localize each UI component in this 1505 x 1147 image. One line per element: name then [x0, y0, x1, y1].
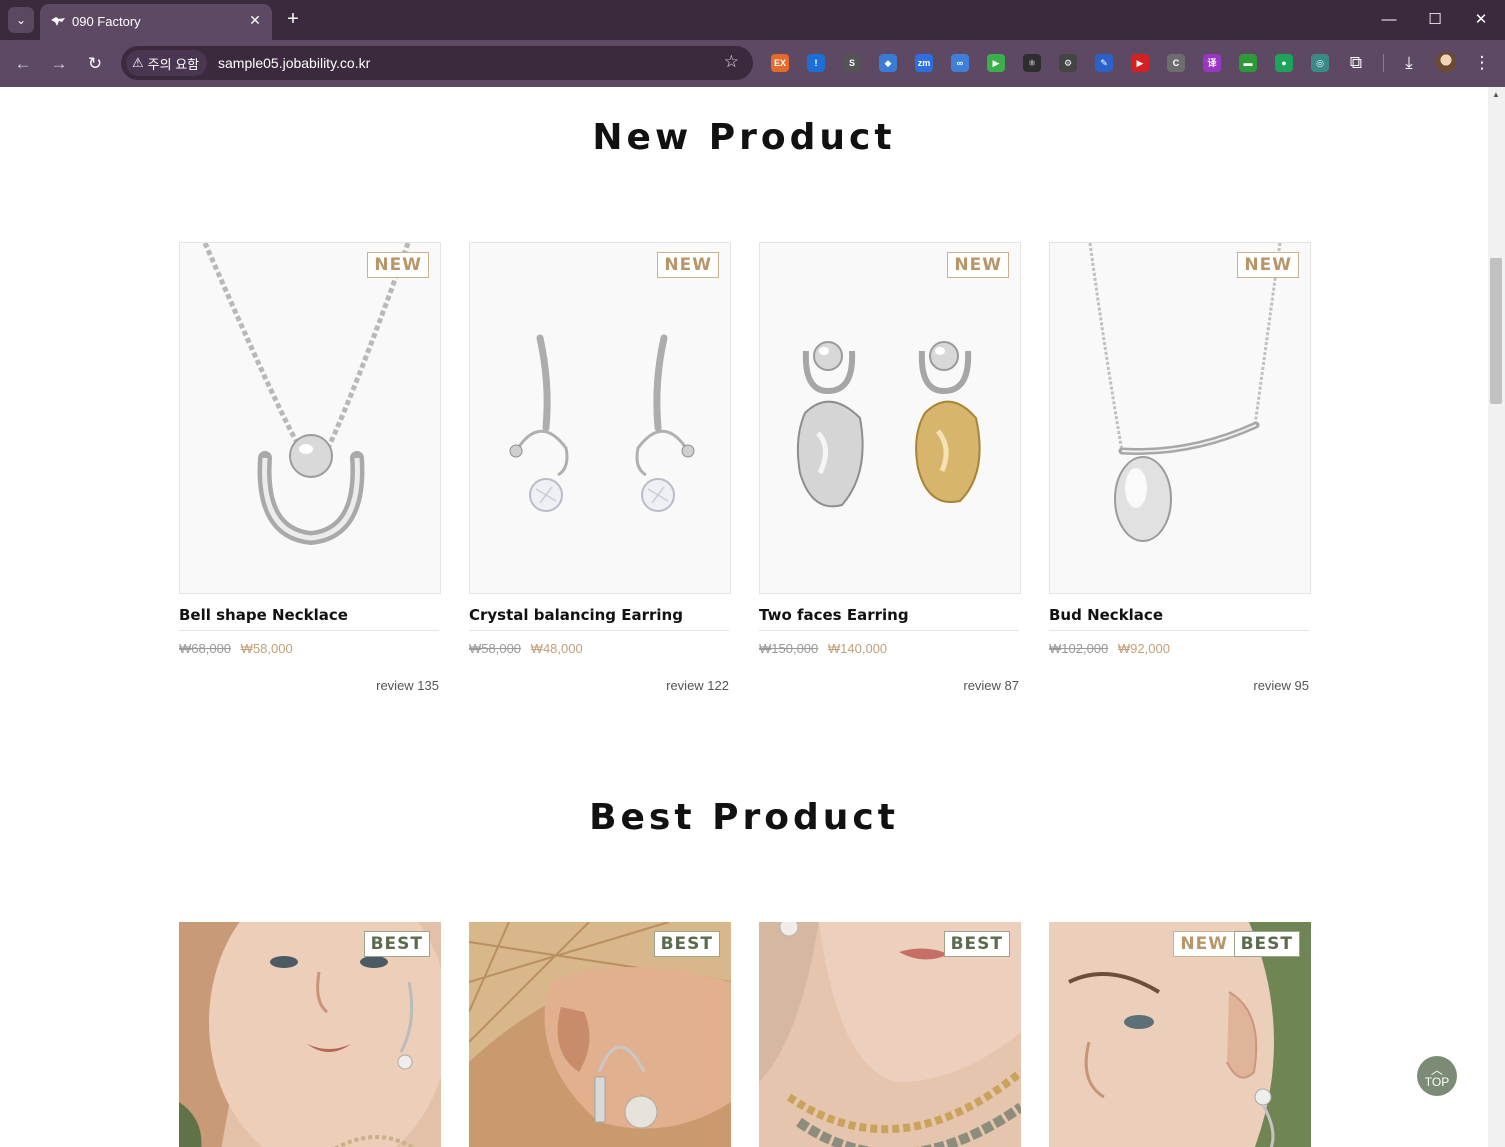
best-product-card[interactable]: BEST	[179, 922, 441, 1147]
product-name[interactable]: Bud Necklace	[1049, 606, 1309, 631]
review-count: review 135	[376, 678, 439, 693]
new-tab-button[interactable]: +	[282, 8, 304, 30]
best-badge: BEST	[943, 931, 1010, 957]
site-favicon-icon	[51, 17, 65, 26]
new-badge: NEW	[947, 252, 1009, 278]
c-icon[interactable]: C	[1167, 54, 1185, 72]
address-bar[interactable]: ⚠ 주의 요함 sample05.jobability.co.kr ☆	[121, 46, 753, 80]
cube-icon[interactable]: ◆	[879, 54, 897, 72]
product-prices: ₩150,000 ₩140,000	[759, 641, 1021, 661]
menu-kebab-icon[interactable]: ⋮	[1471, 52, 1493, 74]
product-image[interactable]: NEW	[179, 242, 441, 594]
toolbar-separator	[1383, 54, 1384, 72]
bell-necklace-image	[202, 243, 411, 546]
bud-necklace-image	[1088, 243, 1282, 542]
new-product-heading: New Product	[592, 117, 896, 158]
bookmark-star-icon[interactable]: ☆	[724, 52, 739, 72]
best-badge: BEST	[1233, 931, 1300, 957]
s-icon[interactable]: S	[843, 54, 861, 72]
security-warning-label: 주의 요함	[147, 56, 200, 72]
best-product-card[interactable]: NEW BEST	[1049, 922, 1311, 1147]
tab-search-button[interactable]: ⌄	[8, 7, 34, 33]
url-text[interactable]: sample05.jobability.co.kr	[218, 55, 370, 71]
sale-price: ₩140,000	[827, 641, 888, 656]
product-prices: ₩58,000 ₩48,000	[469, 641, 731, 661]
close-window-button[interactable]: ✕	[1469, 8, 1493, 32]
product-name[interactable]: Two faces Earring	[759, 606, 1019, 631]
product-prices: ₩68,000 ₩58,000	[179, 641, 441, 661]
review-count: review 95	[1253, 678, 1309, 693]
browser-toolbar: ← → ↻ ⚠ 주의 요함 sample05.jobability.co.kr …	[0, 40, 1505, 87]
minimize-button[interactable]: —	[1377, 8, 1401, 32]
best-badge: BEST	[363, 931, 430, 957]
original-price: ₩68,000	[179, 641, 232, 656]
back-button[interactable]: ←	[11, 52, 35, 76]
crystal-earring-image	[509, 334, 695, 512]
product-name[interactable]: Bell shape Necklace	[179, 606, 439, 631]
review-count: review 87	[963, 678, 1019, 693]
forward-button[interactable]: →	[47, 52, 71, 76]
youtube-icon[interactable]: ▶	[1131, 54, 1149, 72]
sale-price: ₩92,000	[1117, 641, 1170, 656]
card-icon[interactable]: ▬	[1239, 54, 1257, 72]
new-badge: NEW	[1173, 931, 1235, 957]
scrollbar-thumb[interactable]	[1490, 258, 1502, 404]
best-badge: BEST	[653, 931, 720, 957]
new-badge: NEW	[1237, 252, 1299, 278]
product-image[interactable]: NEW	[759, 242, 1021, 594]
page-viewport: New Product NEW Bell shape Necklace ₩68,…	[0, 87, 1488, 1147]
original-price: ₩102,000	[1049, 641, 1109, 656]
profile-avatar[interactable]	[1436, 52, 1456, 72]
best-product-card[interactable]: BEST	[469, 922, 731, 1147]
scrollbar-track[interactable]	[1488, 87, 1505, 1147]
chat-icon[interactable]: ●	[1275, 54, 1293, 72]
scroll-up-arrow-icon[interactable]: ▲	[1490, 90, 1502, 102]
sale-price: ₩58,000	[240, 641, 293, 656]
extensions-puzzle-icon[interactable]: ⧉	[1345, 52, 1367, 74]
react-icon[interactable]: ⚛	[1023, 54, 1041, 72]
shield-icon[interactable]: !	[807, 54, 825, 72]
original-price: ₩58,000	[469, 641, 522, 656]
scroll-to-top-button[interactable]: ︿ TOP	[1417, 1056, 1457, 1096]
two-faces-earring-image	[796, 341, 981, 508]
best-product-heading: Best Product	[589, 797, 899, 838]
product-card[interactable]: NEW Bud Necklace ₩102,000 ₩92,000 review…	[1049, 242, 1311, 693]
product-name[interactable]: Crystal balancing Earring	[469, 606, 729, 631]
pen-icon[interactable]: ✎	[1095, 54, 1113, 72]
globe-icon[interactable]: ◎	[1311, 54, 1329, 72]
ex-icon[interactable]: EX	[771, 54, 789, 72]
gear-ext-icon[interactable]: ⚙	[1059, 54, 1077, 72]
security-warning-chip[interactable]: ⚠ 주의 요함	[126, 50, 208, 76]
browser-titlebar: ⌄ 090 Factory ✕ + — ☐ ✕	[0, 0, 1505, 40]
download-icon[interactable]: ⤓	[1398, 52, 1420, 74]
original-price: ₩150,000	[759, 641, 819, 656]
reload-button[interactable]: ↻	[83, 52, 107, 76]
zm-icon[interactable]: zm	[915, 54, 933, 72]
new-badge: NEW	[657, 252, 719, 278]
review-count: review 122	[666, 678, 729, 693]
warning-icon: ⚠	[132, 55, 144, 70]
best-product-card[interactable]: BEST	[759, 922, 1021, 1147]
top-button-label: TOP	[1424, 1075, 1450, 1089]
product-prices: ₩102,000 ₩92,000	[1049, 641, 1311, 661]
product-image[interactable]: NEW	[469, 242, 731, 594]
product-card[interactable]: NEW Two faces Earring ₩150,000 ₩140,000 …	[759, 242, 1021, 693]
translate-icon[interactable]: 译	[1203, 54, 1221, 72]
product-image[interactable]: NEW	[1049, 242, 1311, 594]
maximize-button[interactable]: ☐	[1423, 8, 1447, 32]
product-card[interactable]: NEW Bell shape Necklace ₩68,000 ₩58,000 …	[179, 242, 441, 693]
tab-close-icon[interactable]: ✕	[246, 11, 264, 29]
link-icon[interactable]: ∞	[951, 54, 969, 72]
product-card[interactable]: NEW Crystal balancing Earring ₩58,000 ₩4…	[469, 242, 731, 693]
tab-title: 090 Factory	[72, 14, 141, 29]
new-badge: NEW	[367, 252, 429, 278]
browser-tab[interactable]: 090 Factory ✕	[40, 4, 272, 40]
play-icon[interactable]: ▶	[987, 54, 1005, 72]
sale-price: ₩48,000	[530, 641, 583, 656]
